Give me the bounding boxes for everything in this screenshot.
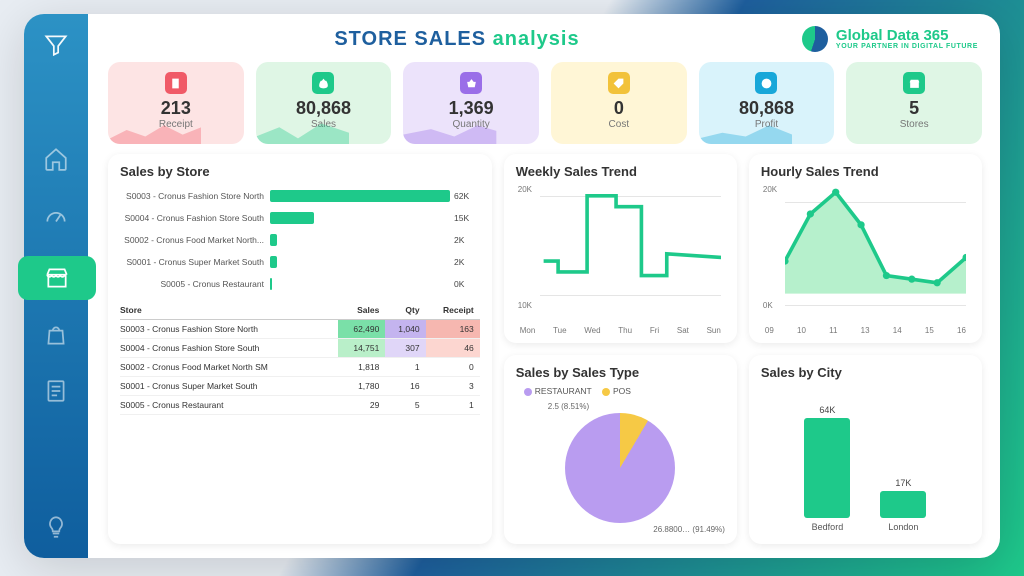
- hbar-row: S0005 - Cronus Restaurant0K: [120, 273, 480, 295]
- city-bar-chart: 64K Bedford 17K London: [761, 386, 970, 536]
- sidebar-active-store-icon[interactable]: [18, 256, 96, 300]
- city-col: 64K Bedford: [804, 405, 850, 532]
- panel-grid: Sales by Store S0003 - Cronus Fashion St…: [108, 154, 982, 544]
- kpi-sales[interactable]: 80,868 Sales: [256, 62, 392, 144]
- kpi-label: Stores: [854, 119, 974, 130]
- hbar-row: S0002 - Cronus Food Market North...2K: [120, 229, 480, 251]
- panel-weekly-trend: Weekly Sales Trend 20K10K MonTueWedThuFr…: [504, 154, 737, 343]
- weekly-chart: 20K10K: [516, 185, 725, 326]
- kpi-quantity[interactable]: 1,369 Quantity: [403, 62, 539, 144]
- main-area: STORE SALES analysis Global Data 365 YOU…: [88, 14, 1000, 558]
- filter-icon[interactable]: [43, 32, 69, 58]
- hbar-row: S0001 - Cronus Super Market South2K: [120, 251, 480, 273]
- pie-label-big: 26.8800… (91.49%): [653, 525, 725, 534]
- lightbulb-icon[interactable]: [43, 514, 69, 540]
- money-bag-icon: [312, 72, 334, 94]
- kpi-value: 0: [559, 98, 679, 119]
- hourly-chart: 20K0K: [761, 185, 970, 326]
- tag-icon: [608, 72, 630, 94]
- profit-icon: [755, 72, 777, 94]
- report-icon[interactable]: [43, 378, 69, 404]
- title-secondary: analysis: [493, 28, 580, 50]
- kpi-receipt[interactable]: 213 Receipt: [108, 62, 244, 144]
- table-header[interactable]: Receipt: [426, 301, 480, 320]
- table-row[interactable]: S0003 - Cronus Fashion Store North62,490…: [120, 320, 480, 339]
- bag-icon[interactable]: [43, 322, 69, 348]
- sidebar: [24, 14, 88, 558]
- brand-block: Global Data 365 YOUR PARTNER IN DIGITAL …: [802, 26, 978, 52]
- panel-title: Hourly Sales Trend: [761, 164, 970, 179]
- kpi-profit[interactable]: 80,868 Profit: [699, 62, 835, 144]
- brand-logo-icon: [802, 26, 828, 52]
- panel-sales-by-store: Sales by Store S0003 - Cronus Fashion St…: [108, 154, 492, 544]
- panel-title: Sales by City: [761, 365, 970, 380]
- panel-sales-type: Sales by Sales Type RESTAURANT POS 2.5 (…: [504, 355, 737, 544]
- title-bar: STORE SALES analysis Global Data 365 YOU…: [108, 26, 982, 52]
- hbar-row: S0004 - Cronus Fashion Store South15K: [120, 207, 480, 229]
- table-row[interactable]: S0004 - Cronus Fashion Store South14,751…: [120, 339, 480, 358]
- table-header[interactable]: Sales: [338, 301, 385, 320]
- kpi-label: Cost: [559, 119, 679, 130]
- home-icon[interactable]: [43, 146, 69, 172]
- kpi-value: 5: [854, 98, 974, 119]
- table-row[interactable]: S0002 - Cronus Food Market North SM1,818…: [120, 358, 480, 377]
- table-header[interactable]: Store: [120, 301, 338, 320]
- kpi-cost[interactable]: 0 Cost: [551, 62, 687, 144]
- panel-title: Sales by Sales Type: [516, 365, 725, 380]
- table-row[interactable]: S0001 - Cronus Super Market South1,78016…: [120, 377, 480, 396]
- store-icon: [903, 72, 925, 94]
- kpi-row: 213 Receipt 80,868 Sales 1,369 Quantity …: [108, 62, 982, 144]
- panel-sales-by-city: Sales by City 64K Bedford 17K London: [749, 355, 982, 544]
- hbar-row: S0003 - Cronus Fashion Store North62K: [120, 185, 480, 207]
- city-col: 17K London: [880, 478, 926, 532]
- panel-title: Weekly Sales Trend: [516, 164, 725, 179]
- pie-chart: 2.5 (8.51%) 26.8800… (91.49%): [516, 400, 725, 536]
- title-primary: STORE SALES: [334, 28, 486, 50]
- table-row[interactable]: S0005 - Cronus Restaurant2951: [120, 396, 480, 415]
- kpi-stores[interactable]: 5 Stores: [846, 62, 982, 144]
- pie-legend: RESTAURANT POS: [516, 386, 725, 396]
- brand-name: Global Data 365: [836, 28, 978, 43]
- gauge-icon[interactable]: [43, 202, 69, 228]
- panel-title: Sales by Store: [120, 164, 480, 179]
- receipt-icon: [165, 72, 187, 94]
- hbar-chart: S0003 - Cronus Fashion Store North62K S0…: [120, 185, 480, 295]
- pie-label-small: 2.5 (8.51%): [548, 402, 589, 411]
- pie-shape: [565, 413, 675, 523]
- page-title: STORE SALES analysis: [334, 28, 579, 51]
- store-table: Store Sales Qty Receipt S0003 - Cronus F…: [120, 301, 480, 415]
- brand-tagline: YOUR PARTNER IN DIGITAL FUTURE: [836, 43, 978, 50]
- basket-icon: [460, 72, 482, 94]
- panel-hourly-trend: Hourly Sales Trend 20K0K 09101113141516: [749, 154, 982, 343]
- table-header[interactable]: Qty: [385, 301, 425, 320]
- dashboard-card: STORE SALES analysis Global Data 365 YOU…: [24, 14, 1000, 558]
